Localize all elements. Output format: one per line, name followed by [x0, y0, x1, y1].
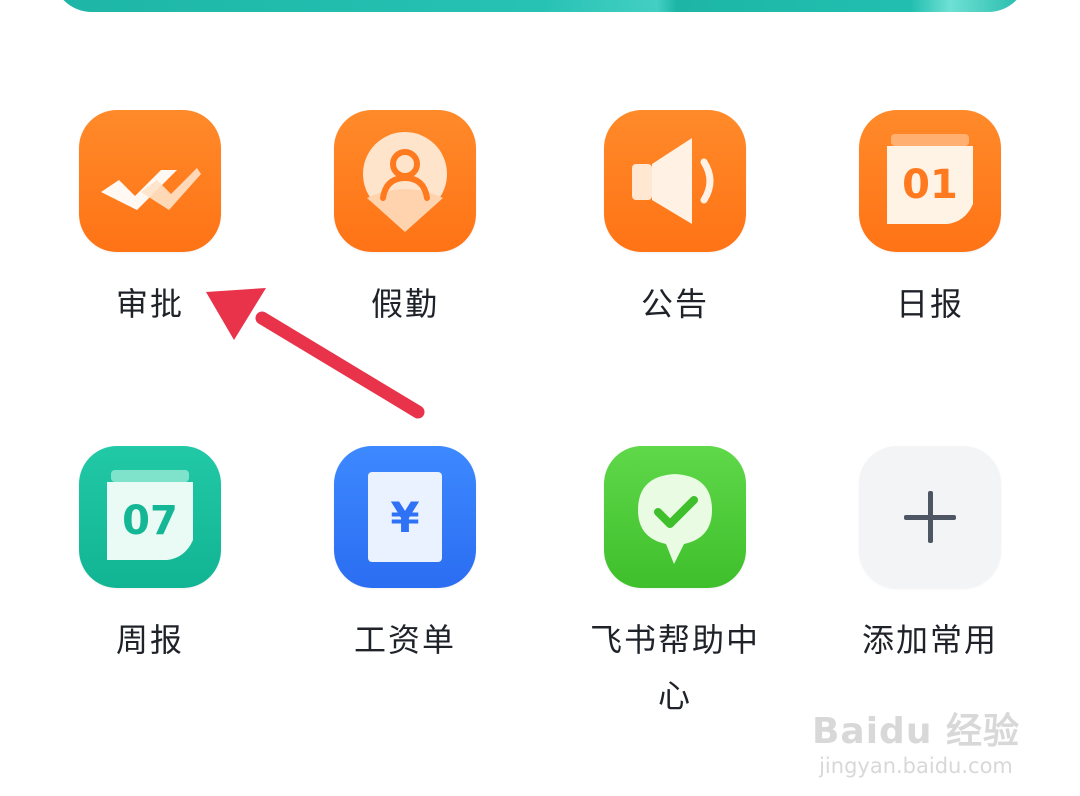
watermark: Baidu 经验 jingyan.baidu.com: [812, 702, 1020, 778]
annotation-arrow-icon: [206, 288, 425, 419]
watermark-logo: Baidu 经验: [811, 711, 1020, 752]
watermark-url: jingyan.baidu.com: [819, 754, 1013, 778]
